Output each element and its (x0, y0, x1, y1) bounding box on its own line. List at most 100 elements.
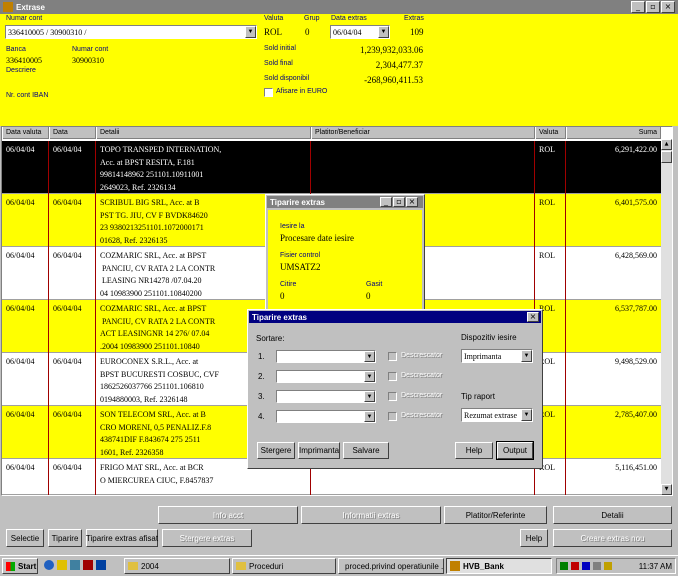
sort-row-number: 3. (258, 392, 265, 401)
taskbar-item-hvb[interactable]: HVB_Bank (446, 558, 552, 574)
cell-data-valuta: 06/04/04 (2, 459, 49, 495)
chevron-down-icon[interactable]: ▼ (364, 371, 375, 382)
platitor-button[interactable]: Platitor/Referinte (444, 506, 547, 524)
window-title-bar[interactable]: Extrase (0, 0, 678, 14)
creare-extras-button[interactable]: Creare extras nou (553, 529, 672, 547)
banca-value: 336410005 (6, 56, 42, 65)
ie-icon[interactable] (44, 560, 54, 570)
scroll-thumb[interactable] (661, 151, 672, 163)
stergere-button[interactable]: Stergere (257, 442, 295, 459)
tray-icon[interactable] (571, 562, 579, 570)
close-icon[interactable]: × (661, 1, 675, 13)
tray-icon[interactable] (582, 562, 590, 570)
salvare-button[interactable]: Salvare (343, 442, 389, 459)
outlook-icon[interactable] (57, 560, 67, 570)
sort-field-select[interactable]: ▼ (276, 370, 376, 383)
col-data[interactable]: Data (49, 127, 96, 139)
data-extras-label: Data extras (331, 15, 367, 22)
table-row[interactable]: 06/04/04 06/04/04 TOPO TRANSPED INTERNATIO… (2, 141, 661, 194)
taskbar-item-proceduri[interactable]: Proceduri (232, 558, 336, 574)
taskbar-item-proced[interactable]: proced.privind operatiunile ... (338, 558, 444, 574)
maximize-icon[interactable]: ▫ (646, 1, 660, 13)
sort-field-select[interactable]: ▼ (276, 350, 376, 363)
informatii-extras-button[interactable]: Informatii extras (301, 506, 441, 524)
scroll-up-icon[interactable]: ▲ (661, 139, 672, 150)
descrescator-label: Descrescator (401, 352, 443, 359)
col-suma[interactable]: Suma (566, 127, 661, 139)
chevron-down-icon[interactable]: ▼ (364, 411, 375, 422)
start-label: Start (18, 561, 37, 571)
sort-row-number: 4. (258, 412, 265, 421)
chevron-down-icon[interactable]: ▼ (245, 26, 256, 38)
cell-data-valuta: 06/04/04 (2, 406, 49, 459)
maximize-icon[interactable]: ▫ (393, 197, 405, 207)
minimize-icon[interactable]: _ (631, 1, 645, 13)
scroll-down-icon[interactable]: ▼ (661, 484, 672, 495)
word-icon[interactable] (96, 560, 106, 570)
detalii-button[interactable]: Detalii (553, 506, 672, 524)
start-button[interactable]: Start (2, 558, 38, 574)
valuta-value: ROL (264, 27, 282, 37)
data-extras-select[interactable]: 06/04/04 ▼ (330, 25, 390, 39)
tray-icon[interactable] (604, 562, 612, 570)
cell-valuta: ROL (535, 141, 566, 194)
selectie-button[interactable]: Selectie (6, 529, 44, 547)
cell-platitor (311, 141, 535, 194)
speaker-icon[interactable] (593, 562, 601, 570)
app-icon[interactable] (83, 560, 93, 570)
num-cont-select[interactable]: 336410005 / 30900310 / ▼ (5, 25, 257, 39)
close-icon[interactable]: × (406, 197, 418, 207)
chevron-down-icon[interactable]: ▼ (378, 26, 389, 38)
afisare-euro-label: Afisare in EURO (276, 88, 328, 95)
dispozitiv-select[interactable]: Imprimanta ▼ (461, 349, 533, 363)
grid-scrollbar[interactable]: ▲ ▼ (661, 139, 672, 495)
sort-field-select[interactable]: ▼ (276, 410, 376, 423)
imprimanta-button[interactable]: Imprimanta (298, 442, 340, 459)
windows-logo-icon (6, 561, 15, 571)
cell-data: 06/04/04 (49, 141, 96, 194)
cell-data-valuta: 06/04/04 (2, 353, 49, 406)
sold-final-value: 2,304,477.37 (375, 60, 423, 70)
sort-field-select[interactable]: ▼ (276, 390, 376, 403)
chevron-down-icon[interactable]: ▼ (364, 391, 375, 402)
system-tray: 11:37 AM (556, 558, 676, 574)
desktop-icon[interactable] (70, 560, 80, 570)
col-valuta[interactable]: Valuta (535, 127, 566, 139)
help-button[interactable]: Help (520, 529, 548, 547)
stergere-extras-button[interactable]: Stergere extras (162, 529, 252, 547)
info-acct-button[interactable]: Info acct (158, 506, 298, 524)
tiparire-afisat-button[interactable]: Tiparire extras afisat (86, 529, 158, 547)
tiparire-button[interactable]: Tiparire (48, 529, 82, 547)
grup-label: Grup (304, 15, 320, 22)
cell-data-valuta: 06/04/04 (2, 141, 49, 194)
chevron-down-icon[interactable]: ▼ (364, 351, 375, 362)
cell-data: 06/04/04 (49, 247, 96, 300)
dispozitiv-value: Imprimanta (464, 351, 502, 361)
cell-suma: 2,785,407.00 (615, 410, 657, 419)
col-data-valuta[interactable]: Data valuta (2, 127, 49, 139)
col-platitor[interactable]: Platitor/Beneficiar (311, 127, 535, 139)
chevron-down-icon[interactable]: ▼ (521, 350, 532, 362)
help-dialog-button[interactable]: Help (455, 442, 493, 459)
dialog-print-title-bar[interactable]: Tiparire extras (249, 311, 541, 323)
tray-icon[interactable] (560, 562, 568, 570)
afisare-euro-checkbox[interactable] (264, 88, 273, 97)
minimize-icon[interactable]: _ (380, 197, 392, 207)
chevron-down-icon[interactable]: ▼ (521, 409, 532, 421)
grid-header: Data valuta Data Detalii Platitor/Benefi… (2, 127, 661, 139)
output-button[interactable]: Output (496, 441, 534, 460)
taskbar-item-2004[interactable]: 2004 (124, 558, 230, 574)
tip-raport-select[interactable]: Rezumat extrase ▼ (461, 408, 533, 422)
dialog-print-title: Tiparire extras (252, 312, 307, 322)
col-detalii[interactable]: Detalii (96, 127, 311, 139)
app-icon (450, 561, 460, 571)
descrescator-checkbox[interactable] (388, 372, 397, 381)
descrescator-checkbox[interactable] (388, 392, 397, 401)
sort-row-number: 2. (258, 372, 265, 381)
descrescator-label: Descrescator (401, 372, 443, 379)
descrescator-checkbox[interactable] (388, 352, 397, 361)
close-icon[interactable]: × (527, 312, 539, 322)
descrescator-checkbox[interactable] (388, 412, 397, 421)
cell-data: 06/04/04 (49, 353, 96, 406)
descrescator-label: Descrescator (401, 412, 443, 419)
